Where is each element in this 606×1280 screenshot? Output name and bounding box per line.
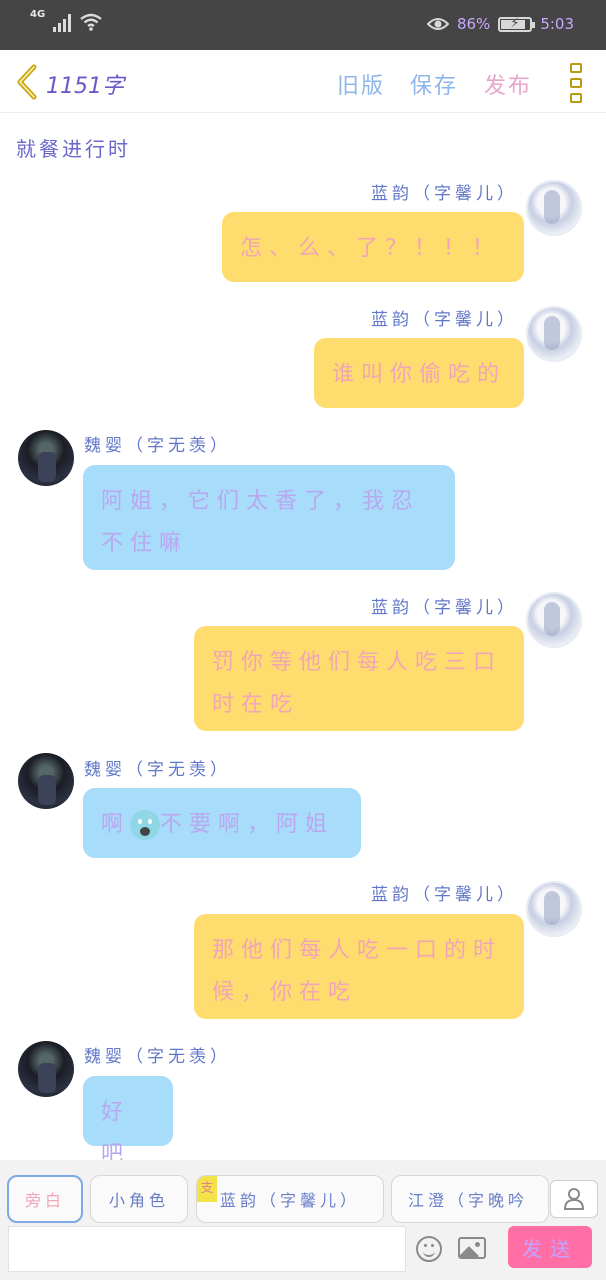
save-button[interactable]: 保存 [410,68,458,100]
status-right: 86% ⚡ 5:03 [426,15,574,33]
avatar[interactable] [526,306,582,362]
avatar[interactable] [18,753,74,809]
message-bubble[interactable]: 好吧 [83,1076,173,1160]
old-version-button[interactable]: 旧版 [337,68,385,100]
emoji-picker-icon[interactable] [416,1236,442,1262]
role-minor-character[interactable]: 小角色 [90,1175,188,1223]
wifi-icon [80,13,102,31]
add-role-button[interactable] [550,1180,598,1218]
chat-area[interactable]: 就餐进行时 蓝韵（字馨儿） 怎、么、了？！！！ 蓝韵（字馨儿） 谁叫你偷吃的 魏… [0,113,606,1160]
battery-percent: 86% [456,15,491,33]
network-type: 4G [30,9,46,20]
editor-header: 1151字 旧版 保存 发布 [0,50,606,113]
message-text: 啊 [101,812,131,837]
role-narrator[interactable]: 旁白 [7,1175,83,1223]
message-bubble[interactable]: 谁叫你偷吃的 [314,338,524,408]
speaker-name: 魏婴（字无羡） [84,1047,231,1067]
avatar[interactable] [526,881,582,937]
more-menu-icon[interactable] [570,63,584,103]
avatar[interactable] [526,592,582,648]
input-bar: 发送 [0,1226,606,1280]
word-count: 1151字 [46,74,124,99]
role-label: 蓝韵（字馨儿） [219,1191,360,1210]
speaker-name: 蓝韵（字馨儿） [371,310,518,330]
message-bubble[interactable]: 那他们每人吃一口的时候，你在吃 [194,914,524,1019]
message-input[interactable] [8,1226,406,1272]
battery-icon: ⚡ [498,16,536,32]
user-icon [563,1188,585,1210]
message-bubble[interactable]: 罚你等他们每人吃三口时在吃 [194,626,524,731]
status-left: 4G [30,9,103,32]
eye-comfort-icon [426,18,449,30]
speaker-name: 魏婴（字无羡） [84,436,231,456]
send-button[interactable]: 发送 [508,1226,592,1268]
clock: 5:03 [540,15,574,33]
signal-icon [53,14,72,32]
scene-title: 就餐进行时 [16,137,131,161]
message-bubble[interactable]: 阿姐，它们太香了，我忍不住嘛 [83,465,455,570]
avatar[interactable] [18,430,74,486]
publish-button[interactable]: 发布 [484,68,532,100]
role-lan-yun[interactable]: 支 蓝韵（字馨儿） [196,1175,384,1223]
speaker-name: 蓝韵（字馨儿） [371,598,518,618]
role-selector-bar: 旁白 小角色 支 蓝韵（字馨儿） 江澄（字晚吟 [0,1160,606,1226]
back-chevron-icon[interactable] [14,64,42,100]
speaker-name: 蓝韵（字馨儿） [371,184,518,204]
role-jiang-cheng[interactable]: 江澄（字晚吟 [391,1175,549,1223]
speaker-name: 蓝韵（字馨儿） [371,885,518,905]
screaming-face-emoji-icon [130,810,161,840]
avatar[interactable] [18,1041,74,1097]
role-tag: 支 [197,1176,217,1202]
message-bubble[interactable]: 啊 不要啊，阿姐 [83,788,361,858]
message-text: 不要啊，阿姐 [160,812,335,837]
avatar[interactable] [526,180,582,236]
message-bubble[interactable]: 怎、么、了？！！！ [222,212,524,282]
speaker-name: 魏婴（字无羡） [84,760,231,780]
status-bar: 4G 86% ⚡ 5:03 [0,0,606,50]
image-picker-icon[interactable] [458,1237,486,1259]
